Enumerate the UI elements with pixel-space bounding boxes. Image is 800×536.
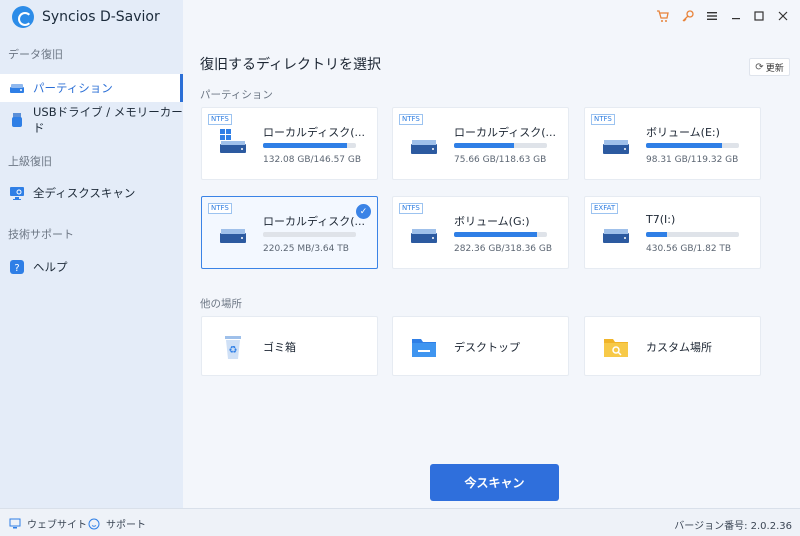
partition-card[interactable]: NTFS ローカルディスク(... 75.66 GB/118.63 GB — [392, 107, 569, 180]
drive-size: 132.08 GB/146.57 GB — [263, 155, 362, 165]
drive-size: 430.56 GB/1.82 TB — [646, 244, 732, 254]
sidebar-item-usb[interactable]: USBドライブ / メモリーカード — [0, 105, 183, 135]
drive-size: 75.66 GB/118.63 GB — [454, 155, 547, 165]
usage-bar — [646, 143, 739, 148]
drive-size: 282.36 GB/318.36 GB — [454, 244, 553, 254]
section-label-tech-support: 技術サポート — [8, 228, 74, 241]
location-custom[interactable]: カスタム場所 — [584, 316, 761, 376]
sidebar-item-label: ヘルプ — [33, 260, 68, 274]
drive-name: ローカルディスク(... — [263, 126, 366, 139]
sidebar-item-label: 全ディスクスキャン — [33, 186, 136, 200]
location-desktop[interactable]: デスクトップ — [392, 316, 569, 376]
location-label: ゴミ箱 — [263, 341, 296, 354]
partition-card-selected[interactable]: NTFS ローカルディスク(... 220.25 MB/3.64 TB ✓ — [201, 196, 378, 269]
logo-icon — [12, 6, 34, 28]
usage-bar-fill — [646, 143, 723, 148]
refresh-icon: ⟳ — [755, 61, 764, 73]
drive-name: ローカルディスク(... — [263, 215, 366, 228]
filesystem-badge: NTFS — [208, 203, 232, 214]
app-window: Syncios D-Savior データ復旧 パーティション USBドライブ /… — [0, 0, 800, 536]
drive-name: ボリューム(G:) — [454, 215, 530, 228]
sidebar-item-full-scan[interactable]: 全ディスクスキャン — [0, 179, 183, 207]
drive-name: T7(I:) — [646, 213, 676, 226]
custom-folder-icon — [602, 333, 630, 361]
check-icon: ✓ — [356, 204, 371, 219]
page-title: 復旧するディレクトリを選択 — [200, 57, 382, 73]
app-logo: Syncios D-Savior — [12, 6, 160, 28]
partition-card[interactable]: EXFAT T7(I:) 430.56 GB/1.82 TB — [584, 196, 761, 269]
partition-card[interactable]: NTFS ボリューム(G:) 282.36 GB/318.36 GB — [392, 196, 569, 269]
footer: ウェブサイト サポート バージョン番号: 2.0.2.36 — [0, 508, 800, 536]
recycle-bin-icon: ♻ — [219, 333, 247, 361]
location-label: デスクトップ — [454, 341, 520, 354]
usage-bar-fill — [454, 232, 537, 237]
usage-bar-fill — [454, 143, 514, 148]
usb-icon — [9, 112, 25, 128]
usage-bar — [263, 143, 356, 148]
support-link[interactable]: サポート — [88, 516, 146, 531]
location-recycle-bin[interactable]: ♻ ゴミ箱 — [201, 316, 378, 376]
monitor-icon — [9, 185, 25, 201]
maximize-icon[interactable] — [751, 8, 767, 24]
refresh-button[interactable]: ⟳ 更新 — [749, 58, 790, 76]
drive-icon — [602, 136, 630, 156]
filesystem-badge: NTFS — [399, 203, 423, 214]
drive-icon — [602, 225, 630, 245]
usage-bar-fill — [646, 232, 668, 237]
sidebar: Syncios D-Savior データ復旧 パーティション USBドライブ /… — [0, 0, 183, 508]
drive-icon — [219, 225, 247, 245]
partition-card[interactable]: NTFS ローカルディスク(... 132.08 GB/146.57 GB — [201, 107, 378, 180]
other-locations-label: 他の場所 — [200, 298, 242, 310]
website-label: ウェブサイト — [27, 520, 87, 531]
usage-bar — [454, 232, 547, 237]
drive-name: ボリューム(E:) — [646, 126, 720, 139]
drive-size: 98.31 GB/119.32 GB — [646, 155, 739, 165]
usage-bar — [454, 143, 547, 148]
sidebar-item-label: USBドライブ / メモリーカード — [33, 105, 183, 135]
filesystem-badge: NTFS — [591, 114, 615, 125]
version-label: バージョン番号: 2.0.2.36 — [674, 521, 792, 532]
cart-icon[interactable] — [655, 8, 671, 24]
filesystem-badge: EXFAT — [591, 203, 619, 214]
drive-size: 220.25 MB/3.64 TB — [263, 244, 349, 254]
sidebar-item-partition[interactable]: パーティション — [0, 74, 183, 102]
drive-icon — [9, 80, 25, 96]
drive-icon — [410, 136, 438, 156]
drive-icon — [410, 225, 438, 245]
svg-text:♻: ♻ — [229, 345, 238, 356]
usage-bar-fill — [263, 143, 347, 148]
help-icon: ? — [9, 259, 25, 275]
website-link[interactable]: ウェブサイト — [9, 516, 87, 531]
menu-icon[interactable] — [704, 8, 720, 24]
app-title: Syncios D-Savior — [42, 9, 160, 25]
filesystem-badge: NTFS — [208, 114, 232, 125]
minimize-icon[interactable] — [728, 8, 744, 24]
usage-bar — [263, 232, 356, 237]
windows-drive-icon — [219, 129, 247, 156]
svg-text:?: ? — [14, 263, 19, 274]
filesystem-badge: NTFS — [399, 114, 423, 125]
partition-card[interactable]: NTFS ボリューム(E:) 98.31 GB/119.32 GB — [584, 107, 761, 180]
usage-bar — [646, 232, 739, 237]
refresh-label: 更新 — [765, 63, 784, 74]
desktop-folder-icon — [410, 333, 438, 361]
section-label-advanced: 上級復旧 — [8, 155, 52, 168]
support-icon — [88, 518, 100, 530]
drive-name: ローカルディスク(... — [454, 126, 557, 139]
key-icon[interactable] — [680, 8, 696, 24]
support-label: サポート — [106, 520, 146, 531]
close-icon[interactable] — [775, 8, 791, 24]
location-label: カスタム場所 — [646, 341, 712, 354]
partition-group-label: パーティション — [200, 89, 273, 101]
sidebar-item-label: パーティション — [33, 81, 113, 95]
section-label-data-recovery: データ復旧 — [8, 48, 63, 61]
scan-now-button[interactable]: 今スキャン — [430, 464, 559, 501]
sidebar-item-help[interactable]: ? ヘルプ — [0, 253, 183, 281]
monitor-icon — [9, 518, 21, 530]
